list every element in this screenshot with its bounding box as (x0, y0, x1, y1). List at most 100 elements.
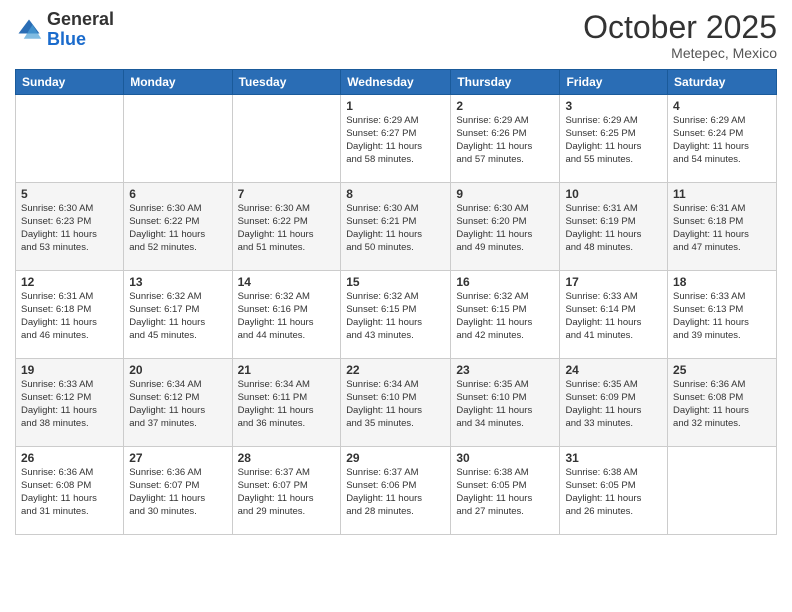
day-info: Sunrise: 6:30 AM Sunset: 6:20 PM Dayligh… (456, 203, 554, 254)
day-number: 11 (673, 187, 771, 201)
day-cell: 26 Sunrise: 6:36 AM Sunset: 6:08 PM Dayli… (16, 447, 124, 535)
day-number: 3 (565, 99, 662, 113)
title-block: October 2025 Metepec, Mexico (583, 10, 777, 61)
day-info: Sunrise: 6:32 AM Sunset: 6:15 PM Dayligh… (456, 291, 554, 342)
day-cell: 24Sunrise: 6:35 AM Sunset: 6:09 PM Dayli… (560, 359, 668, 447)
day-cell: 18Sunrise: 6:33 AM Sunset: 6:13 PM Dayli… (668, 271, 777, 359)
logo-icon (15, 16, 43, 44)
day-number: 12 (21, 275, 118, 289)
day-cell: 16 Sunrise: 6:32 AM Sunset: 6:15 PM Dayli… (451, 271, 560, 359)
day-number: 29 (346, 451, 445, 465)
day-number: 30 (456, 451, 554, 465)
day-number: 6 (129, 187, 226, 201)
day-cell: 17 Sunrise: 6:33 AM Sunset: 6:14 PM Dayli… (560, 271, 668, 359)
day-number: 14 (238, 275, 336, 289)
logo-general-text: General (47, 9, 114, 29)
day-cell: 8 Sunrise: 6:30 AM Sunset: 6:21 PM Daylig… (341, 183, 451, 271)
day-info: Sunrise: 6:37 AM Sunset: 6:07 PM Dayligh… (238, 467, 336, 518)
day-number: 13 (129, 275, 226, 289)
day-number: 17 (565, 275, 662, 289)
day-cell: 15 Sunrise: 6:32 AM Sunset: 6:15 PM Dayli… (341, 271, 451, 359)
day-number: 4 (673, 99, 771, 113)
day-number: 26 (21, 451, 118, 465)
day-number: 19 (21, 363, 118, 377)
location: Metepec, Mexico (583, 45, 777, 61)
day-cell: 7Sunrise: 6:30 AM Sunset: 6:22 PM Daylig… (232, 183, 341, 271)
day-info: Sunrise: 6:30 AM Sunset: 6:21 PM Dayligh… (346, 203, 445, 254)
day-number: 15 (346, 275, 445, 289)
day-number: 5 (21, 187, 118, 201)
day-info: Sunrise: 6:33 AM Sunset: 6:12 PM Dayligh… (21, 379, 118, 430)
day-info: Sunrise: 6:30 AM Sunset: 6:23 PM Dayligh… (21, 203, 118, 254)
day-cell: 4 Sunrise: 6:29 AM Sunset: 6:24 PM Daylig… (668, 95, 777, 183)
day-number: 1 (346, 99, 445, 113)
day-number: 10 (565, 187, 662, 201)
calendar-body: 1 Sunrise: 6:29 AM Sunset: 6:27 PM Daylig… (16, 95, 777, 535)
day-info: Sunrise: 6:34 AM Sunset: 6:12 PM Dayligh… (129, 379, 226, 430)
day-cell: 1 Sunrise: 6:29 AM Sunset: 6:27 PM Daylig… (341, 95, 451, 183)
day-cell: 31 Sunrise: 6:38 AM Sunset: 6:05 PM Dayli… (560, 447, 668, 535)
day-info: Sunrise: 6:33 AM Sunset: 6:13 PM Dayligh… (673, 291, 771, 342)
logo: General Blue (15, 10, 114, 50)
week-row-2: 5 Sunrise: 6:30 AM Sunset: 6:23 PM Daylig… (16, 183, 777, 271)
day-info: Sunrise: 6:33 AM Sunset: 6:14 PM Dayligh… (565, 291, 662, 342)
day-cell: 5 Sunrise: 6:30 AM Sunset: 6:23 PM Daylig… (16, 183, 124, 271)
day-cell: 9 Sunrise: 6:30 AM Sunset: 6:20 PM Daylig… (451, 183, 560, 271)
header: General Blue October 2025 Metepec, Mexic… (15, 10, 777, 61)
day-info: Sunrise: 6:31 AM Sunset: 6:18 PM Dayligh… (673, 203, 771, 254)
day-info: Sunrise: 6:35 AM Sunset: 6:09 PM Dayligh… (565, 379, 662, 430)
day-info: Sunrise: 6:29 AM Sunset: 6:27 PM Dayligh… (346, 115, 445, 166)
day-cell: 19 Sunrise: 6:33 AM Sunset: 6:12 PM Dayli… (16, 359, 124, 447)
day-cell: 3 Sunrise: 6:29 AM Sunset: 6:25 PM Daylig… (560, 95, 668, 183)
day-info: Sunrise: 6:29 AM Sunset: 6:25 PM Dayligh… (565, 115, 662, 166)
day-info: Sunrise: 6:30 AM Sunset: 6:22 PM Dayligh… (238, 203, 336, 254)
day-cell (16, 95, 124, 183)
page: General Blue October 2025 Metepec, Mexic… (0, 0, 792, 612)
day-cell: 14 Sunrise: 6:32 AM Sunset: 6:16 PM Dayli… (232, 271, 341, 359)
day-cell: 10 Sunrise: 6:31 AM Sunset: 6:19 PM Dayli… (560, 183, 668, 271)
week-row-1: 1 Sunrise: 6:29 AM Sunset: 6:27 PM Daylig… (16, 95, 777, 183)
day-info: Sunrise: 6:34 AM Sunset: 6:10 PM Dayligh… (346, 379, 445, 430)
weekday-header-monday: Monday (124, 70, 232, 95)
day-info: Sunrise: 6:29 AM Sunset: 6:24 PM Dayligh… (673, 115, 771, 166)
weekday-header-saturday: Saturday (668, 70, 777, 95)
day-info: Sunrise: 6:36 AM Sunset: 6:08 PM Dayligh… (21, 467, 118, 518)
day-number: 20 (129, 363, 226, 377)
day-info: Sunrise: 6:29 AM Sunset: 6:26 PM Dayligh… (456, 115, 554, 166)
day-cell: 13 Sunrise: 6:32 AM Sunset: 6:17 PM Dayli… (124, 271, 232, 359)
day-cell: 21 Sunrise: 6:34 AM Sunset: 6:11 PM Dayli… (232, 359, 341, 447)
day-cell: 22Sunrise: 6:34 AM Sunset: 6:10 PM Dayli… (341, 359, 451, 447)
weekday-header-sunday: Sunday (16, 70, 124, 95)
day-number: 27 (129, 451, 226, 465)
day-info: Sunrise: 6:34 AM Sunset: 6:11 PM Dayligh… (238, 379, 336, 430)
day-info: Sunrise: 6:32 AM Sunset: 6:15 PM Dayligh… (346, 291, 445, 342)
day-number: 31 (565, 451, 662, 465)
month-title: October 2025 (583, 10, 777, 45)
day-info: Sunrise: 6:38 AM Sunset: 6:05 PM Dayligh… (565, 467, 662, 518)
logo-blue-text: Blue (47, 29, 86, 49)
day-number: 2 (456, 99, 554, 113)
day-info: Sunrise: 6:31 AM Sunset: 6:19 PM Dayligh… (565, 203, 662, 254)
day-cell: 28Sunrise: 6:37 AM Sunset: 6:07 PM Dayli… (232, 447, 341, 535)
day-info: Sunrise: 6:31 AM Sunset: 6:18 PM Dayligh… (21, 291, 118, 342)
week-row-4: 19 Sunrise: 6:33 AM Sunset: 6:12 PM Dayli… (16, 359, 777, 447)
weekday-header-tuesday: Tuesday (232, 70, 341, 95)
weekday-header-thursday: Thursday (451, 70, 560, 95)
weekday-header-friday: Friday (560, 70, 668, 95)
day-number: 9 (456, 187, 554, 201)
day-number: 21 (238, 363, 336, 377)
day-info: Sunrise: 6:36 AM Sunset: 6:07 PM Dayligh… (129, 467, 226, 518)
day-cell (232, 95, 341, 183)
weekday-header-row: SundayMondayTuesdayWednesdayThursdayFrid… (16, 70, 777, 95)
day-info: Sunrise: 6:30 AM Sunset: 6:22 PM Dayligh… (129, 203, 226, 254)
day-cell (124, 95, 232, 183)
day-cell: 29Sunrise: 6:37 AM Sunset: 6:06 PM Dayli… (341, 447, 451, 535)
day-cell: 25Sunrise: 6:36 AM Sunset: 6:08 PM Dayli… (668, 359, 777, 447)
day-number: 16 (456, 275, 554, 289)
day-number: 25 (673, 363, 771, 377)
day-info: Sunrise: 6:32 AM Sunset: 6:16 PM Dayligh… (238, 291, 336, 342)
week-row-5: 26 Sunrise: 6:36 AM Sunset: 6:08 PM Dayli… (16, 447, 777, 535)
day-cell: 20 Sunrise: 6:34 AM Sunset: 6:12 PM Dayli… (124, 359, 232, 447)
day-info: Sunrise: 6:32 AM Sunset: 6:17 PM Dayligh… (129, 291, 226, 342)
day-number: 8 (346, 187, 445, 201)
